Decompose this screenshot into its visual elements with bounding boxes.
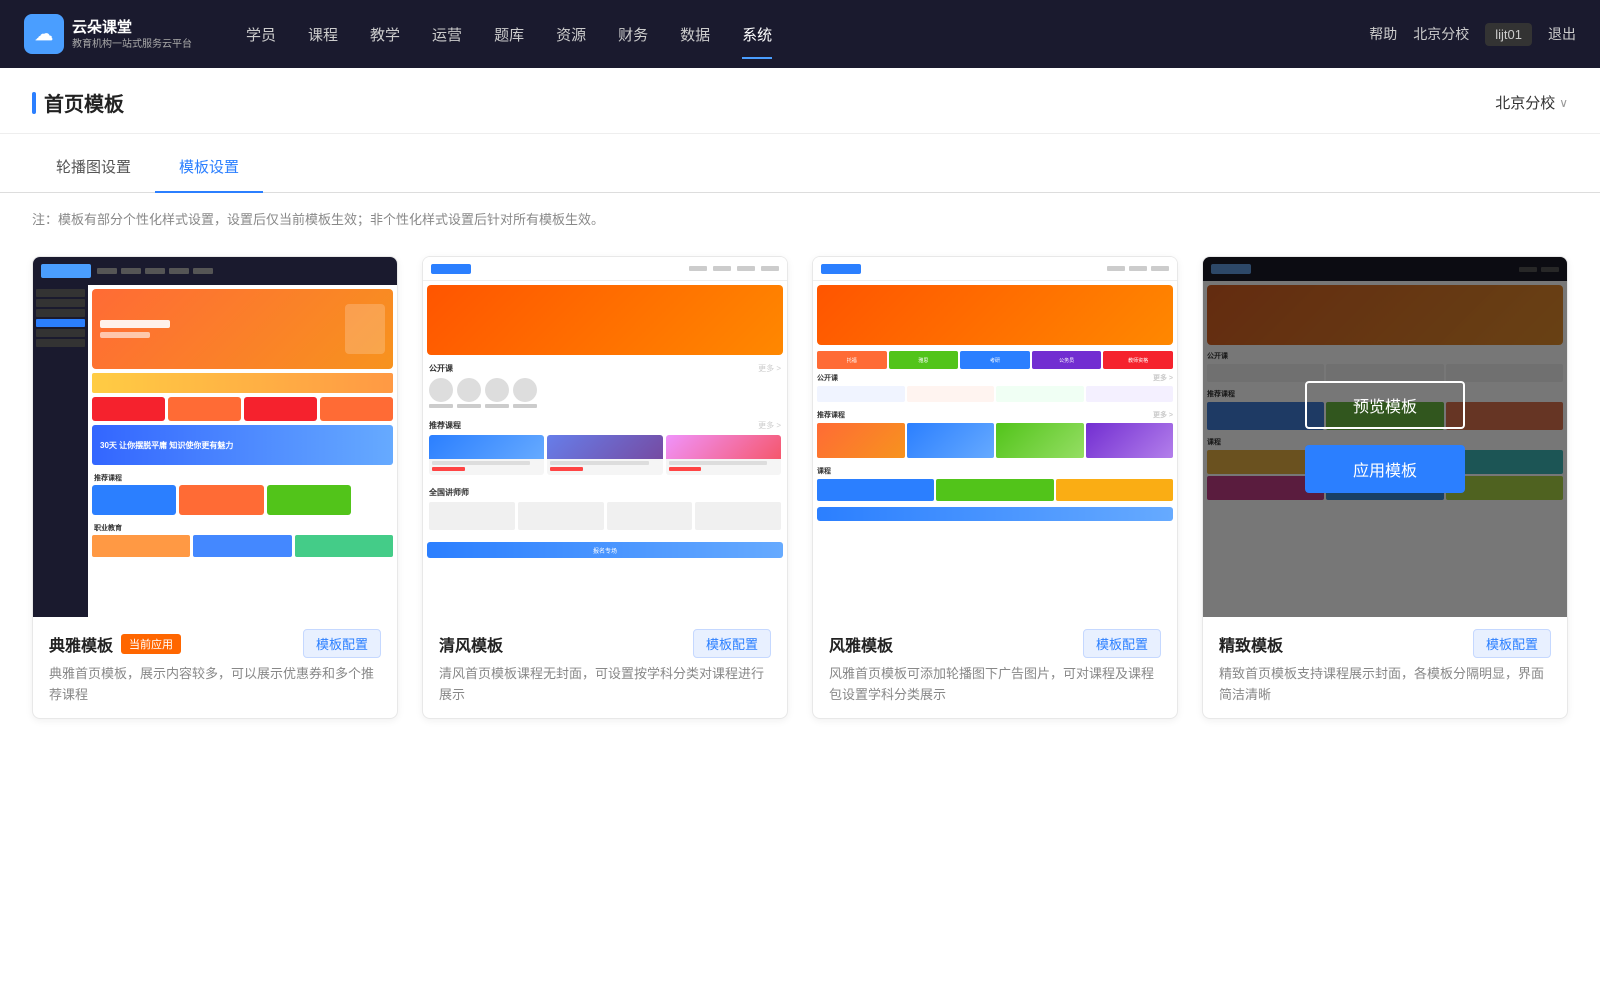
template-card-jingzhi: 公开课 推荐课程 xyxy=(1202,256,1568,719)
brand-logo-icon: ☁ xyxy=(24,14,64,54)
branch-name[interactable]: 北京分校 xyxy=(1413,24,1469,44)
template-desc-dianyan: 典雅首页模板，展示内容较多，可以展示优惠券和多个推荐课程 xyxy=(49,664,381,706)
chevron-down-icon: ∨ xyxy=(1559,96,1568,110)
tabs-bar: 轮播图设置 模板设置 xyxy=(0,142,1600,193)
template-overlay-jingzhi: 预览模板 应用模板 xyxy=(1203,257,1567,617)
template-name-label-3: 风雅模板 xyxy=(829,632,893,656)
nav-item-finance[interactable]: 财务 xyxy=(604,16,662,53)
template-footer-jingzhi: 精致模板 模板配置 精致首页模板支持课程展示封面，各模板分隔明显，界面简洁清晰 xyxy=(1203,617,1567,718)
template-preview-jingzhi: 公开课 推荐课程 xyxy=(1203,257,1567,617)
navbar: ☁ 云朵课堂 教育机构一站式服务云平台 学员 课程 教学 运营 题库 资源 财务… xyxy=(0,0,1600,68)
template-card-fengya: 托福 雅思 考研 公务员 教师资格 公开课更多 > xyxy=(812,256,1178,719)
template-desc-qingfeng: 清风首页模板课程无封面，可设置按学科分类对课程进行展示 xyxy=(439,664,771,706)
current-badge: 当前应用 xyxy=(121,634,181,654)
template-desc-jingzhi: 精致首页模板支持课程展示封面，各模板分隔明显，界面简洁清晰 xyxy=(1219,664,1551,706)
brand-text: 云朵课堂 教育机构一站式服务云平台 xyxy=(72,17,192,52)
page-title: 首页模板 xyxy=(32,88,124,117)
template-footer-dianyan: 典雅模板 当前应用 模板配置 典雅首页模板，展示内容较多，可以展示优惠券和多个推… xyxy=(33,617,397,718)
template-card-qingfeng: 公开课 更多 > xyxy=(422,256,788,719)
page-container: 首页模板 北京分校 ∨ 轮播图设置 模板设置 注：模板有部分个性化样式设置，设置… xyxy=(0,68,1600,990)
template-name-label-4: 精致模板 xyxy=(1219,632,1283,656)
template-footer-fengya: 风雅模板 模板配置 风雅首页模板可添加轮播图下广告图片，可对课程及课程包设置学科… xyxy=(813,617,1177,718)
template-desc-fengya: 风雅首页模板可添加轮播图下广告图片，可对课程及课程包设置学科分类展示 xyxy=(829,664,1161,706)
preview-button-jingzhi[interactable]: 预览模板 xyxy=(1305,381,1465,429)
nav-item-students[interactable]: 学员 xyxy=(232,16,290,53)
nav-item-resources[interactable]: 资源 xyxy=(542,16,600,53)
config-button-qingfeng[interactable]: 模板配置 xyxy=(693,629,771,658)
nav-item-system[interactable]: 系统 xyxy=(728,16,786,53)
notice-text: 注：模板有部分个性化样式设置，设置后仅当前模板生效；非个性化样式设置后针对所有模… xyxy=(0,193,1600,236)
branch-display-text: 北京分校 xyxy=(1495,92,1555,113)
nav-item-data[interactable]: 数据 xyxy=(666,16,724,53)
template-footer-qingfeng: 清风模板 模板配置 清风首页模板课程无封面，可设置按学科分类对课程进行展示 xyxy=(423,617,787,718)
tab-template[interactable]: 模板设置 xyxy=(155,142,263,193)
nav-item-questions[interactable]: 题库 xyxy=(480,16,538,53)
template-name-label: 典雅模板 xyxy=(49,632,113,656)
tab-carousel[interactable]: 轮播图设置 xyxy=(32,142,155,193)
nav-item-courses[interactable]: 课程 xyxy=(294,16,352,53)
template-card-dianyan: 30天 让你摆脱平庸 知识使你更有魅力 推荐课程 职业教育 xyxy=(32,256,398,719)
config-button-dianyan[interactable]: 模板配置 xyxy=(303,629,381,658)
nav-item-teaching[interactable]: 教学 xyxy=(356,16,414,53)
nav-item-operations[interactable]: 运营 xyxy=(418,16,476,53)
nav-menu: 学员 课程 教学 运营 题库 资源 财务 数据 系统 xyxy=(232,16,1369,53)
template-preview-dianyan: 30天 让你摆脱平庸 知识使你更有魅力 推荐课程 职业教育 xyxy=(33,257,397,617)
templates-grid: 30天 让你摆脱平庸 知识使你更有魅力 推荐课程 职业教育 xyxy=(0,236,1600,759)
logout-link[interactable]: 退出 xyxy=(1548,24,1576,44)
brand-main-name: 云朵课堂 xyxy=(72,17,192,38)
page-header: 首页模板 北京分校 ∨ xyxy=(0,68,1600,134)
template-preview-qingfeng: 公开课 更多 > xyxy=(423,257,787,617)
user-badge[interactable]: lijt01 xyxy=(1485,23,1532,46)
apply-button-jingzhi[interactable]: 应用模板 xyxy=(1305,445,1465,493)
brand: ☁ 云朵课堂 教育机构一站式服务云平台 xyxy=(24,14,192,54)
branch-display[interactable]: 北京分校 ∨ xyxy=(1495,92,1568,113)
brand-subtitle: 教育机构一站式服务云平台 xyxy=(72,38,192,52)
config-button-jingzhi[interactable]: 模板配置 xyxy=(1473,629,1551,658)
template-name-label-2: 清风模板 xyxy=(439,632,503,656)
help-link[interactable]: 帮助 xyxy=(1369,24,1397,44)
config-button-fengya[interactable]: 模板配置 xyxy=(1083,629,1161,658)
navbar-right: 帮助 北京分校 lijt01 退出 xyxy=(1369,23,1576,46)
template-preview-fengya: 托福 雅思 考研 公务员 教师资格 公开课更多 > xyxy=(813,257,1177,617)
